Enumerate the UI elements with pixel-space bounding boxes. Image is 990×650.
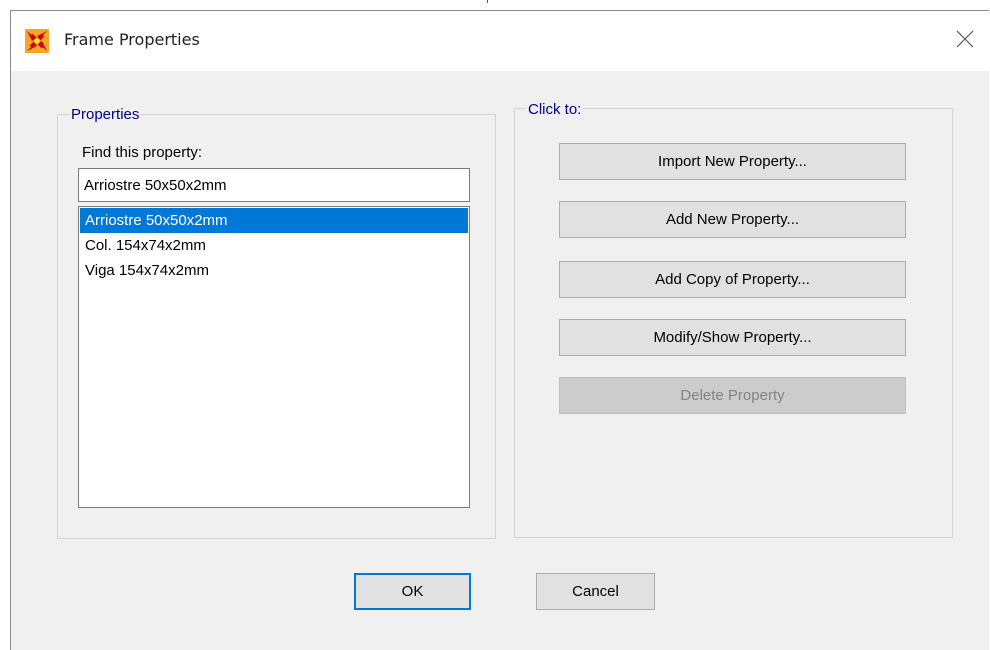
cancel-button[interactable]: Cancel <box>536 573 655 610</box>
list-item[interactable]: Arriostre 50x50x2mm <box>80 208 468 233</box>
title-bar: Frame Properties <box>11 11 989 71</box>
delete-property-button[interactable]: Delete Property <box>559 377 906 414</box>
close-button[interactable] <box>951 25 979 53</box>
modify-show-property-button[interactable]: Modify/Show Property... <box>559 319 906 356</box>
properties-group-label: Properties <box>69 106 142 123</box>
frame-properties-dialog: Frame Properties Properties Find this pr… <box>10 10 989 650</box>
add-new-property-button[interactable]: Add New Property... <box>559 201 906 238</box>
click-to-group-label: Click to: <box>526 101 584 118</box>
list-item[interactable]: Viga 154x74x2mm <box>80 258 468 283</box>
add-copy-of-property-button[interactable]: Add Copy of Property... <box>559 261 906 298</box>
property-list[interactable]: Arriostre 50x50x2mm Col. 154x74x2mm Viga… <box>78 206 470 508</box>
find-property-input[interactable] <box>78 168 470 202</box>
import-new-property-button[interactable]: Import New Property... <box>559 143 906 180</box>
find-property-label: Find this property: <box>82 144 203 161</box>
list-item[interactable]: Col. 154x74x2mm <box>80 233 468 258</box>
sap2000-logo-icon <box>25 29 49 53</box>
close-icon <box>956 30 974 48</box>
ok-button[interactable]: OK <box>354 573 471 610</box>
background-tick-mark <box>487 0 488 3</box>
window-title: Frame Properties <box>64 30 200 49</box>
